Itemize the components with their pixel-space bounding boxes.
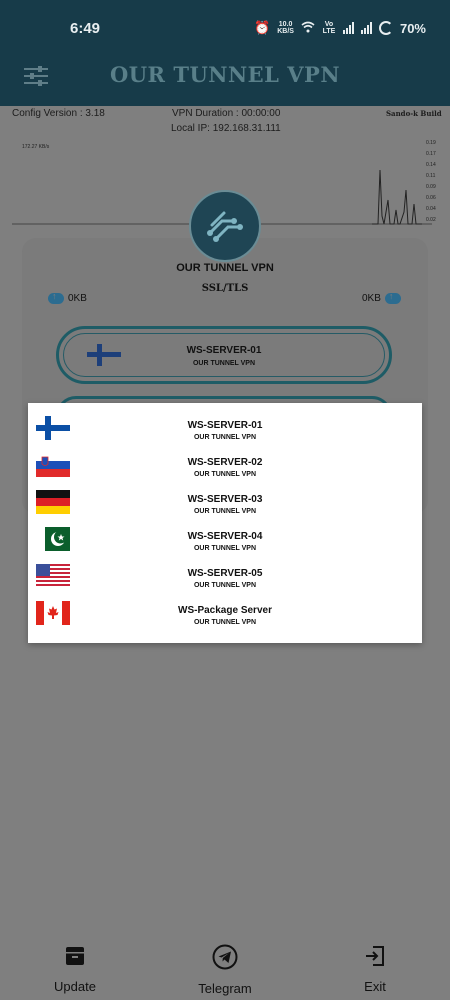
nav-telegram-label: Telegram (198, 981, 252, 996)
selected-server-subtitle: OUR TUNNEL VPN (192, 360, 256, 367)
config-version: Config Version : 3.18 (12, 108, 105, 119)
cloud-upload-icon (384, 291, 401, 304)
nav-telegram[interactable]: Telegram (185, 944, 265, 996)
alarm-icon: ⏰ (254, 20, 271, 35)
server-option[interactable]: WS-SERVER-01 OUR TUNNEL VPN (28, 412, 422, 449)
server-option[interactable]: WS-SERVER-02 OUR TUNNEL VPN (28, 449, 422, 486)
server-list-popup: WS-SERVER-01 OUR TUNNEL VPN WS-SERVER-02… (28, 403, 422, 643)
nav-exit-label: Exit (364, 979, 386, 994)
download-counter: 0KB (48, 291, 87, 304)
exit-icon (366, 946, 384, 966)
app-logo (189, 190, 261, 262)
battery-icon (378, 21, 393, 35)
battery-level: 70% (399, 20, 426, 36)
nav-update[interactable]: Update (35, 944, 115, 994)
build-label: Sando-k Build (386, 109, 442, 118)
graph-axis: 0.19 0.17 0.14 0.11 0.09 0.06 0.04 0.02 (426, 140, 436, 223)
wifi-icon (301, 21, 315, 36)
bottom-nav: Update Telegram Exit (0, 944, 450, 1000)
nav-exit[interactable]: Exit (335, 944, 415, 994)
signal-icon-2 (360, 22, 372, 34)
server-option[interactable]: WS-SERVER-03 OUR TUNNEL VPN (28, 486, 422, 523)
app-title: OUR TUNNEL VPN (109, 62, 341, 87)
local-ip: Local IP: 192.168.31.111 (171, 123, 281, 134)
signal-icon (342, 22, 354, 34)
selected-server-name: WS-SERVER-01 (186, 345, 262, 356)
vpn-duration: VPN Duration : 00:00:00 (172, 108, 281, 119)
status-time: 6:49 (70, 20, 101, 37)
logo-text: OUR TUNNEL VPN (176, 262, 274, 274)
circuit-logo-icon (207, 211, 243, 242)
archive-icon (66, 947, 84, 965)
nav-update-label: Update (54, 979, 96, 994)
volte-indicator: Vo LTE (322, 21, 336, 35)
upload-counter: 0KB (362, 291, 401, 304)
server-selector[interactable]: WS-SERVER-01 OUR TUNNEL VPN (56, 326, 392, 384)
net-speed: 10.0 KB/S (277, 21, 294, 35)
server-option[interactable]: WS-SERVER-04 OUR TUNNEL VPN (28, 523, 422, 560)
status-bar: 6:49 ⏰ 10.0 KB/S Vo LTE 70% (0, 0, 450, 58)
server-option[interactable]: WS-Package Server OUR TUNNEL VPN (28, 597, 422, 634)
server-option[interactable]: WS-SERVER-05 OUR TUNNEL VPN (28, 560, 422, 597)
app-bar: OUR TUNNEL VPN (0, 58, 450, 106)
telegram-icon (212, 944, 238, 970)
cloud-download-icon (48, 291, 64, 304)
status-icons: ⏰ 10.0 KB/S Vo LTE 70% (254, 20, 426, 36)
